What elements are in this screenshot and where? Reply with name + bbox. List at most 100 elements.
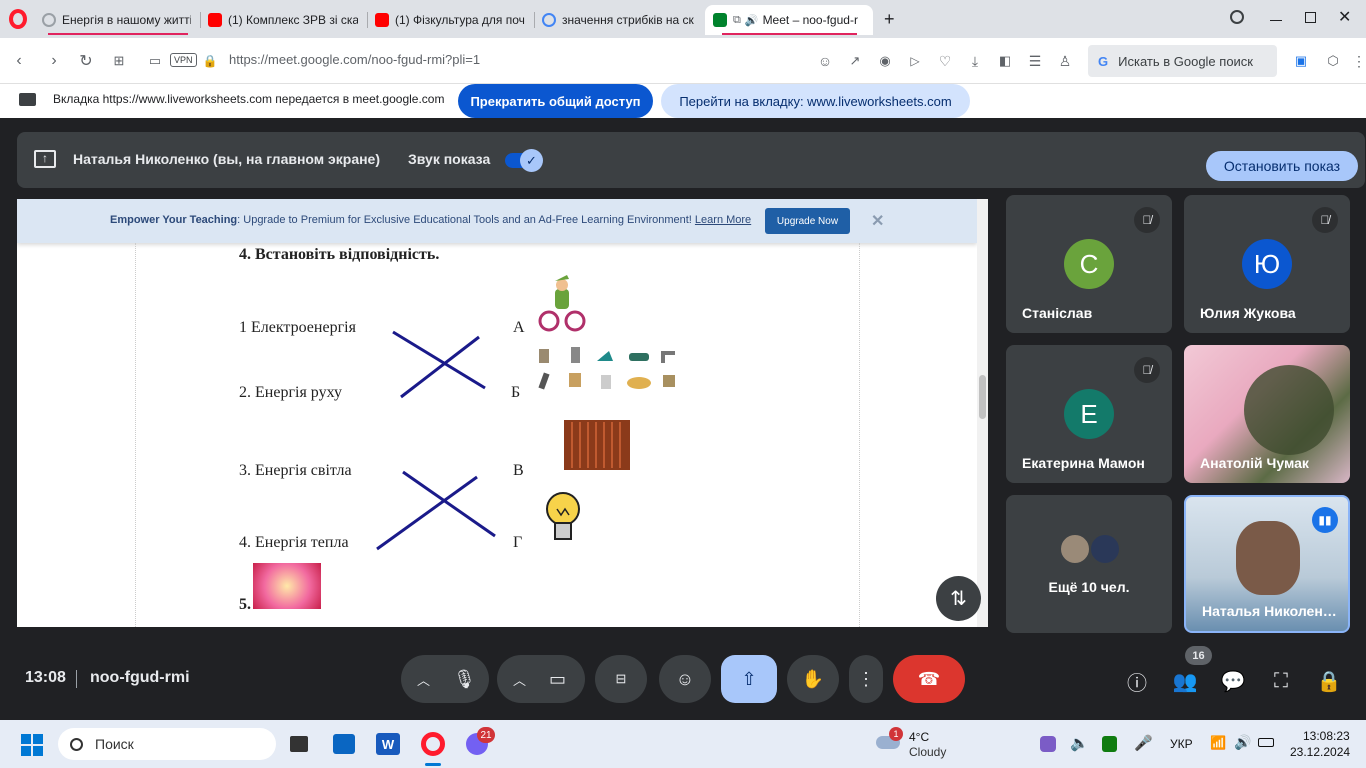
easy-setup-icon[interactable]: ☰ bbox=[1024, 50, 1046, 72]
meet-window: ↑ Наталья Николенко (вы, на главном экра… bbox=[0, 118, 1366, 720]
volume-icon[interactable]: 🔈 bbox=[1070, 734, 1089, 752]
new-tab-button[interactable]: + bbox=[884, 9, 895, 30]
tab-google-search[interactable]: значення стрибків на ска bbox=[534, 5, 702, 35]
clock-date[interactable]: 23.12.2024 bbox=[1290, 745, 1350, 759]
security-icon[interactable] bbox=[1040, 736, 1056, 752]
snapshot-icon[interactable]: ◉ bbox=[874, 50, 896, 72]
participant-name: Юлия Жукова bbox=[1200, 305, 1296, 321]
speed-dial-icon[interactable]: ⊞ bbox=[108, 50, 130, 72]
close-window-button[interactable]: ✕ bbox=[1338, 7, 1351, 27]
stop-presenting-button[interactable]: Остановить показ bbox=[1206, 151, 1358, 181]
participant-name: Екатерина Мамон bbox=[1022, 455, 1145, 471]
screen-share-icon bbox=[19, 93, 36, 106]
activities-button[interactable]: ⛶ bbox=[1266, 666, 1296, 696]
emoji-button[interactable]: ☺ bbox=[659, 655, 711, 703]
taskbar-search-box[interactable]: Поиск bbox=[58, 728, 276, 760]
search-icon bbox=[70, 737, 83, 751]
battery-icon[interactable] bbox=[1258, 738, 1274, 747]
share-page-icon[interactable]: ↗ bbox=[844, 50, 866, 72]
language-indicator[interactable]: УКР bbox=[1170, 737, 1193, 751]
avatar bbox=[1059, 533, 1091, 565]
scroll-swap-button[interactable]: ⇅ bbox=[936, 576, 981, 621]
participant-tile[interactable]: Ещё 10 чел. bbox=[1006, 495, 1172, 633]
present-button[interactable]: ⇧ bbox=[721, 655, 777, 703]
camera-button[interactable]: ▭ bbox=[549, 669, 566, 690]
google-g-icon: G bbox=[1098, 53, 1109, 69]
speaker-tray-icon[interactable]: 🔊 bbox=[1234, 734, 1251, 751]
emoji-icon[interactable]: ☺ bbox=[814, 50, 836, 72]
search-tabs-icon[interactable] bbox=[1230, 10, 1244, 24]
meet-icon bbox=[713, 13, 727, 27]
speaker-icon[interactable]: 🔊 bbox=[745, 14, 759, 27]
leave-call-button[interactable]: ☎ bbox=[893, 655, 965, 703]
raise-hand-button[interactable]: ✋ bbox=[787, 655, 839, 703]
menu-dots-icon[interactable]: ⋮ bbox=[1348, 50, 1366, 72]
google-search-field[interactable]: G Искать в Google поиск bbox=[1088, 45, 1277, 77]
defender-icon[interactable] bbox=[1102, 736, 1117, 752]
restore-button[interactable] bbox=[1305, 12, 1316, 23]
presentation-bar: ↑ Наталья Николенко (вы, на главном экра… bbox=[17, 132, 1365, 188]
clock-time[interactable]: 13:08:23 bbox=[1303, 729, 1350, 743]
go-to-tab-button[interactable]: Перейти на вкладку: www.liveworksheets.c… bbox=[661, 84, 970, 118]
microphone-tray-icon[interactable]: 🎤 bbox=[1134, 734, 1153, 752]
scrollbar-track[interactable] bbox=[977, 199, 988, 627]
speaking-indicator-icon: ▮▮ bbox=[1312, 507, 1338, 533]
profile-icon[interactable]: ♙ bbox=[1054, 50, 1076, 72]
google-icon bbox=[542, 13, 556, 27]
stop-sharing-button[interactable]: Прекратить общий доступ bbox=[458, 84, 653, 118]
scrollbar-thumb[interactable] bbox=[979, 375, 986, 419]
play-icon[interactable]: ▷ bbox=[904, 50, 926, 72]
opera-logo-icon[interactable] bbox=[9, 9, 27, 29]
participant-tile[interactable]: Е 🎙̸ Екатерина Мамон bbox=[1006, 345, 1172, 483]
match-lines[interactable] bbox=[17, 199, 977, 627]
chat-button[interactable]: 💬 bbox=[1218, 666, 1248, 696]
pip-icon[interactable]: ⧉ bbox=[733, 14, 741, 27]
opera-taskbar-icon[interactable] bbox=[421, 732, 445, 756]
battery-saver-icon[interactable]: ◧ bbox=[994, 50, 1016, 72]
tab-youtube-1[interactable]: (1) Комплекс ЗРВ зі скака bbox=[200, 5, 366, 35]
weather-desc[interactable]: Cloudy bbox=[909, 745, 946, 759]
participant-tile[interactable]: С 🎙̸ Станіслав bbox=[1006, 195, 1172, 333]
more-participants-label: Ещё 10 чел. bbox=[1048, 579, 1130, 595]
meeting-info-button[interactable]: ⓘ bbox=[1122, 666, 1152, 696]
back-button[interactable]: ‹ bbox=[8, 50, 30, 72]
sun-energy-image bbox=[253, 563, 321, 609]
camera-icon[interactable]: ▭ bbox=[144, 50, 166, 72]
tab-youtube-2[interactable]: (1) Фізкультура для почат bbox=[367, 5, 533, 35]
workspaces-icon[interactable]: ▣ bbox=[1290, 50, 1312, 72]
match-line bbox=[392, 330, 486, 390]
lock-icon[interactable]: 🔒 bbox=[199, 50, 221, 72]
minimize-button[interactable] bbox=[1270, 20, 1282, 21]
captions-button[interactable]: ⊟ bbox=[595, 655, 647, 703]
vpn-badge[interactable]: VPN bbox=[170, 53, 197, 67]
participant-tile-self[interactable]: ▮▮ Наталья Николен… bbox=[1184, 495, 1350, 633]
loading-spinner-icon bbox=[42, 13, 56, 27]
url-field[interactable]: https://meet.google.com/noo-fgud-rmi?pli… bbox=[229, 52, 480, 67]
people-button[interactable]: 👥 bbox=[1170, 666, 1200, 696]
reload-button[interactable]: ↻ bbox=[75, 50, 97, 72]
appliances-image bbox=[538, 347, 675, 390]
extensions-icon[interactable]: ⬡ bbox=[1322, 50, 1344, 72]
mic-button[interactable]: 🎙 bbox=[453, 669, 476, 690]
heart-icon[interactable]: ♡ bbox=[934, 50, 956, 72]
match-line bbox=[400, 335, 480, 399]
chevron-up-icon[interactable]: ︿ bbox=[513, 670, 526, 689]
host-controls-button[interactable]: 🔒 bbox=[1314, 666, 1344, 696]
word-icon[interactable]: W bbox=[376, 733, 400, 755]
weather-temp[interactable]: 4°C bbox=[909, 730, 929, 744]
participant-tile[interactable]: Ю 🎙̸ Юлия Жукова bbox=[1184, 195, 1350, 333]
download-icon[interactable]: ⤓ bbox=[964, 50, 986, 72]
windows-start-icon[interactable] bbox=[21, 734, 43, 756]
store-icon[interactable] bbox=[333, 734, 355, 754]
participant-name: Анатолій Чумак bbox=[1200, 455, 1309, 471]
forward-button[interactable]: › bbox=[43, 50, 65, 72]
wifi-icon[interactable]: 📶 bbox=[1210, 735, 1226, 751]
task-view-icon[interactable] bbox=[290, 736, 308, 752]
tab-underline bbox=[48, 33, 188, 35]
tab-meet[interactable]: ⧉ 🔊 Meet – noo-fgud-r bbox=[705, 5, 873, 35]
sound-toggle[interactable]: ✓ bbox=[505, 149, 543, 172]
more-options-button[interactable]: ⋮ bbox=[849, 655, 883, 703]
participant-tile[interactable]: Анатолій Чумак bbox=[1184, 345, 1350, 483]
tab-energy[interactable]: Енергія в нашому житті. Х bbox=[34, 5, 199, 35]
chevron-up-icon[interactable]: ︿ bbox=[417, 670, 430, 689]
